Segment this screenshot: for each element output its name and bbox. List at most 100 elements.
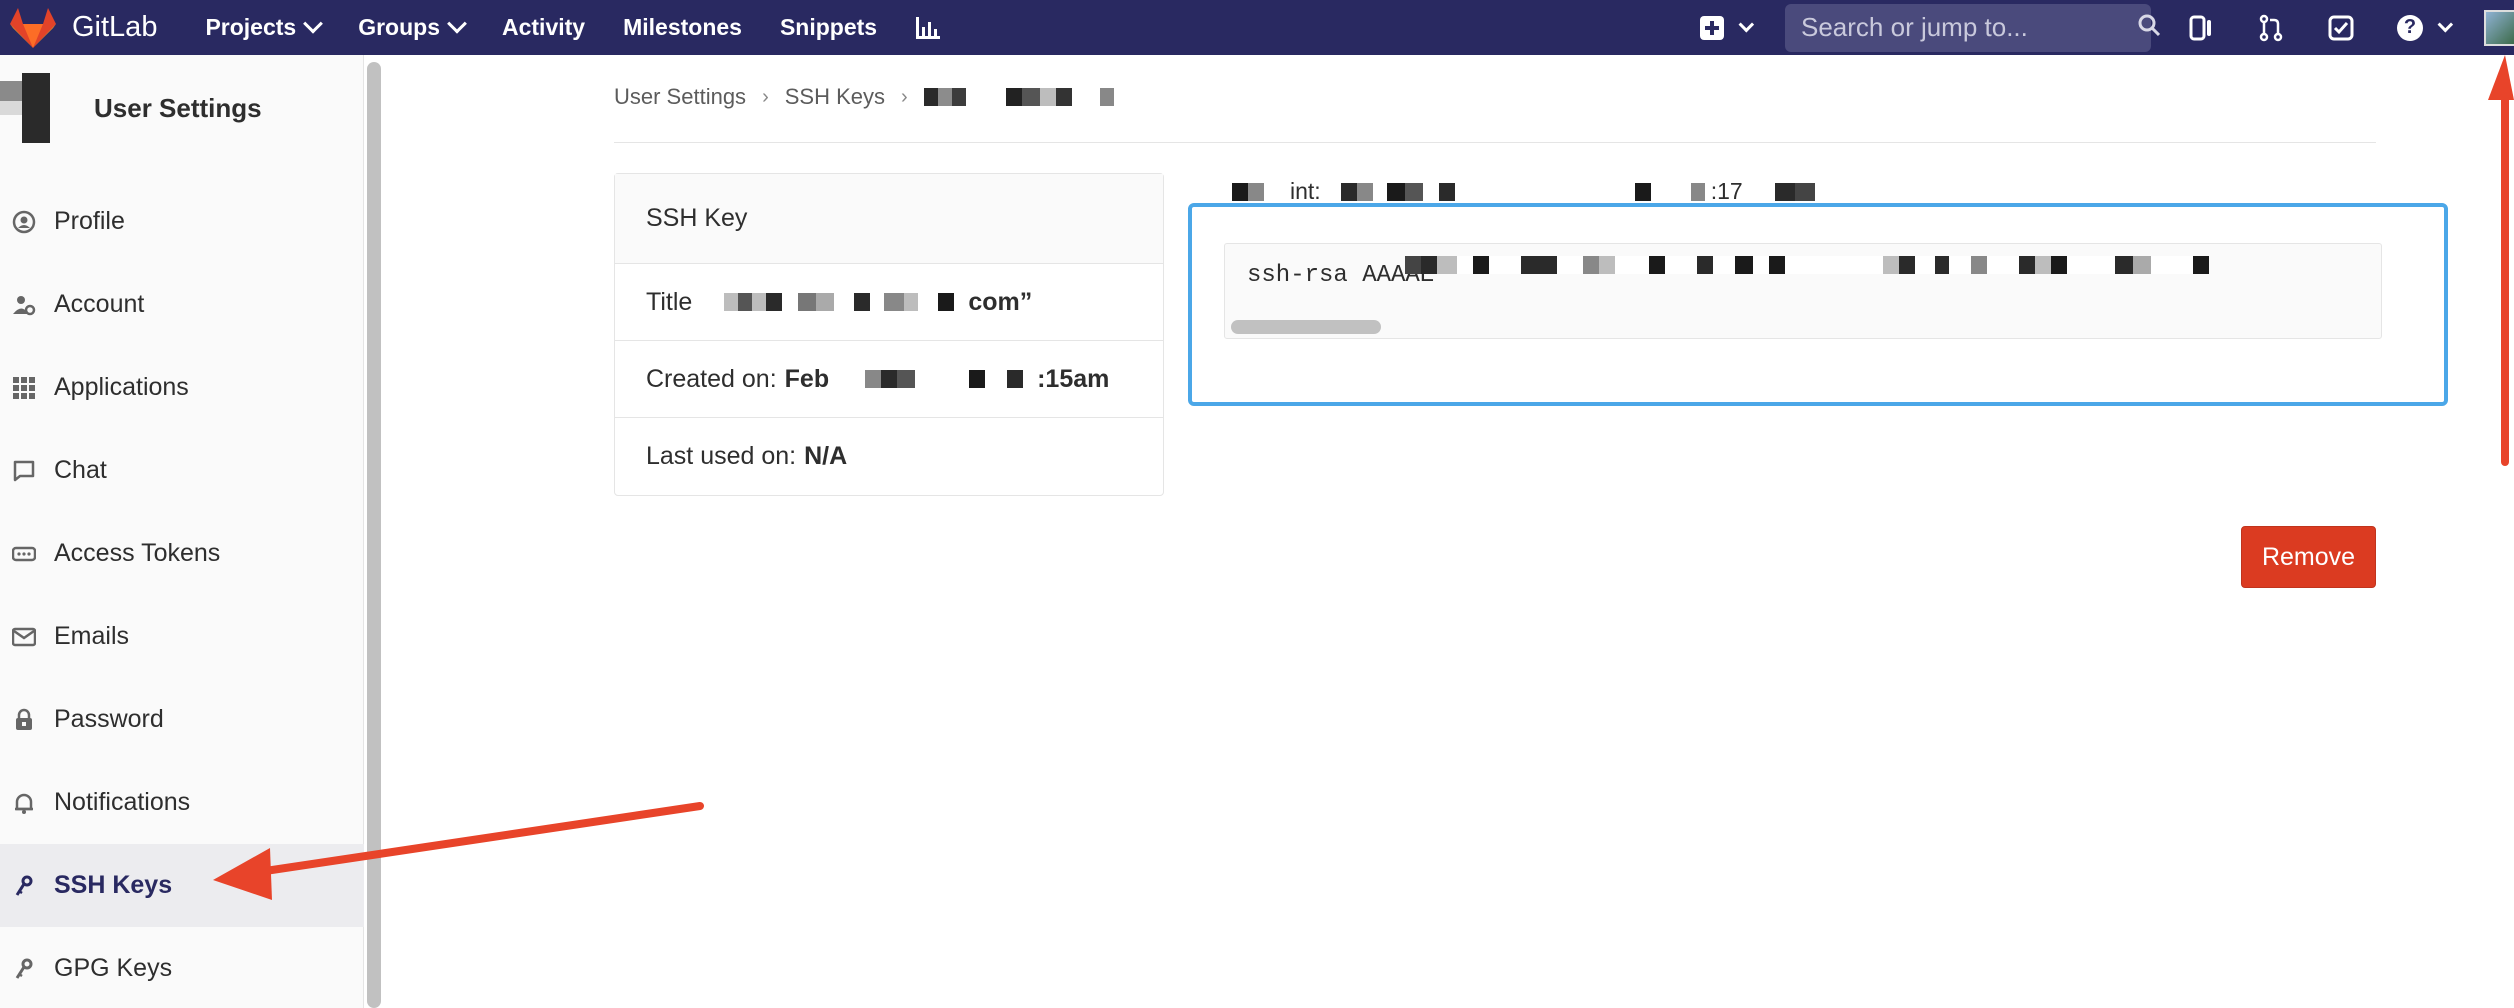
navbar-right: ?	[1700, 0, 2514, 55]
nav-activity[interactable]: Activity	[502, 14, 585, 41]
key-title-value: com”	[968, 287, 1033, 316]
chevron-down-icon	[303, 13, 324, 34]
created-on-time: :15am	[1037, 364, 1110, 393]
profile-icon	[12, 210, 36, 233]
sidebar-item-access-tokens[interactable]: Access Tokens	[0, 512, 364, 595]
created-on-label: Created on:	[646, 364, 777, 393]
redacted-fingerprint-tail	[1748, 182, 1815, 201]
nav-snippets[interactable]: Snippets	[780, 14, 877, 41]
sidebar-item-label: Account	[54, 290, 145, 318]
nav-groups-label: Groups	[358, 14, 440, 40]
remove-button[interactable]: Remove	[2241, 526, 2376, 588]
sidebar-nav: Profile Account Applications Chat Access…	[0, 180, 364, 1008]
user-avatar	[0, 73, 50, 143]
key-icon	[15, 958, 33, 979]
annotation-arrow-top-right	[2488, 55, 2514, 466]
brand-name[interactable]: GitLab	[72, 11, 157, 44]
gitlab-home-link[interactable]: GitLab	[10, 0, 205, 55]
chevron-down-icon	[1738, 16, 1755, 33]
fingerprint-value: :17	[1710, 178, 1743, 204]
lock-icon	[16, 708, 32, 730]
last-used-label: Last used on:	[646, 442, 797, 470]
card-header: SSH Key	[615, 174, 1163, 264]
sidebar-item-label: Emails	[54, 622, 130, 650]
help-dropdown[interactable]: ?	[2397, 14, 2454, 41]
sidebar-item-label: Password	[54, 705, 164, 733]
plus-icon	[1700, 15, 1724, 40]
breadcrumb-user-settings[interactable]: User Settings	[614, 84, 746, 110]
sidebar-item-emails[interactable]: Emails	[0, 595, 364, 678]
new-item-dropdown[interactable]	[1700, 15, 1755, 40]
key-title-label: Title	[646, 287, 693, 316]
applications-grid-icon	[13, 376, 35, 399]
search-icon	[2136, 12, 2162, 43]
breadcrumb-separator-icon: ›	[762, 85, 769, 108]
sidebar-item-gpg-keys[interactable]: GPG Keys	[0, 927, 364, 1008]
created-on-value: Feb	[784, 364, 830, 393]
breadcrumb-ssh-keys[interactable]: SSH Keys	[785, 84, 885, 110]
nav-groups[interactable]: Groups	[358, 13, 467, 41]
settings-sidebar: User Settings Profile Account Applicatio…	[0, 55, 364, 1008]
sidebar-item-label: Chat	[54, 456, 107, 484]
issues-icon[interactable]	[2187, 14, 2215, 42]
sidebar-item-account[interactable]: Account	[0, 263, 364, 346]
sidebar-item-notifications[interactable]: Notifications	[0, 761, 364, 844]
sidebar-item-label: Access Tokens	[54, 539, 221, 567]
redacted-title	[698, 293, 955, 311]
key-icon	[15, 875, 33, 896]
ssh-key-details-card: SSH Key Title com” Created on: Feb :15am…	[614, 173, 1164, 496]
sidebar-item-ssh-keys[interactable]: SSH Keys	[0, 844, 364, 927]
sidebar-item-label: GPG Keys	[54, 954, 173, 982]
header-divider	[614, 142, 2376, 143]
nav-activity-label: Activity	[502, 14, 586, 40]
ssh-key-pre[interactable]: ssh-rsa AAAAE	[1224, 243, 2382, 339]
sidebar-item-chat[interactable]: Chat	[0, 429, 364, 512]
ssh-key-content-box: ssh-rsa AAAAE	[1188, 203, 2448, 406]
merge-requests-icon[interactable]	[2257, 14, 2285, 42]
redacted-fingerprint-label	[1232, 182, 1284, 201]
redacted-fingerprint-value	[1326, 182, 1705, 201]
help-icon: ?	[2397, 14, 2423, 41]
search-bar[interactable]	[1785, 3, 2161, 52]
search-input[interactable]	[1801, 12, 2136, 43]
nav-projects-label: Projects	[205, 14, 297, 40]
sidebar-item-label: Applications	[54, 373, 189, 401]
sidebar-item-applications[interactable]: Applications	[0, 346, 364, 429]
chat-icon	[13, 460, 35, 481]
sidebar-header[interactable]: User Settings	[0, 73, 262, 143]
sidebar-title: User Settings	[94, 92, 262, 123]
nav-snippets-label: Snippets	[779, 14, 878, 40]
gitlab-logo-icon	[10, 7, 56, 48]
sidebar-item-profile[interactable]: Profile	[0, 180, 364, 263]
sidebar-item-label: Profile	[54, 207, 125, 235]
nav-milestones[interactable]: Milestones	[623, 14, 742, 41]
token-icon	[12, 546, 36, 561]
created-on-row: Created on: Feb :15am	[615, 341, 1163, 418]
nav-milestones-label: Milestones	[623, 14, 742, 40]
mail-icon	[12, 627, 36, 646]
redacted-date	[835, 370, 1024, 388]
sidebar-scrollbar[interactable]	[367, 62, 381, 1008]
chevron-down-icon	[2437, 16, 2454, 33]
chevron-down-icon	[447, 13, 467, 34]
fingerprint-label: int:	[1290, 178, 1321, 204]
nav-projects[interactable]: Projects	[205, 13, 324, 41]
breadcrumb-separator-icon: ›	[901, 85, 908, 108]
nav-analytics[interactable]	[915, 15, 941, 41]
bell-icon	[15, 793, 33, 814]
sidebar-item-label: SSH Keys	[54, 871, 173, 899]
chart-icon	[916, 16, 941, 39]
user-avatar[interactable]	[2484, 9, 2514, 46]
fingerprint-line: int: :17	[1226, 178, 1821, 205]
sidebar-item-label: Notifications	[54, 788, 191, 816]
breadcrumb-redacted-key	[923, 88, 1114, 106]
sidebar-item-password[interactable]: Password	[0, 678, 364, 761]
last-used-value: N/A	[804, 442, 848, 470]
horizontal-scrollbar[interactable]	[1231, 320, 1381, 334]
todos-icon[interactable]	[2327, 14, 2355, 42]
top-navbar: GitLab Projects Groups Activity Mileston…	[0, 0, 2514, 55]
breadcrumb: User Settings › SSH Keys ›	[614, 84, 1114, 110]
account-gear-icon	[13, 295, 36, 315]
key-title-row: Title com”	[615, 264, 1163, 341]
redacted-key-body	[1405, 256, 2209, 274]
